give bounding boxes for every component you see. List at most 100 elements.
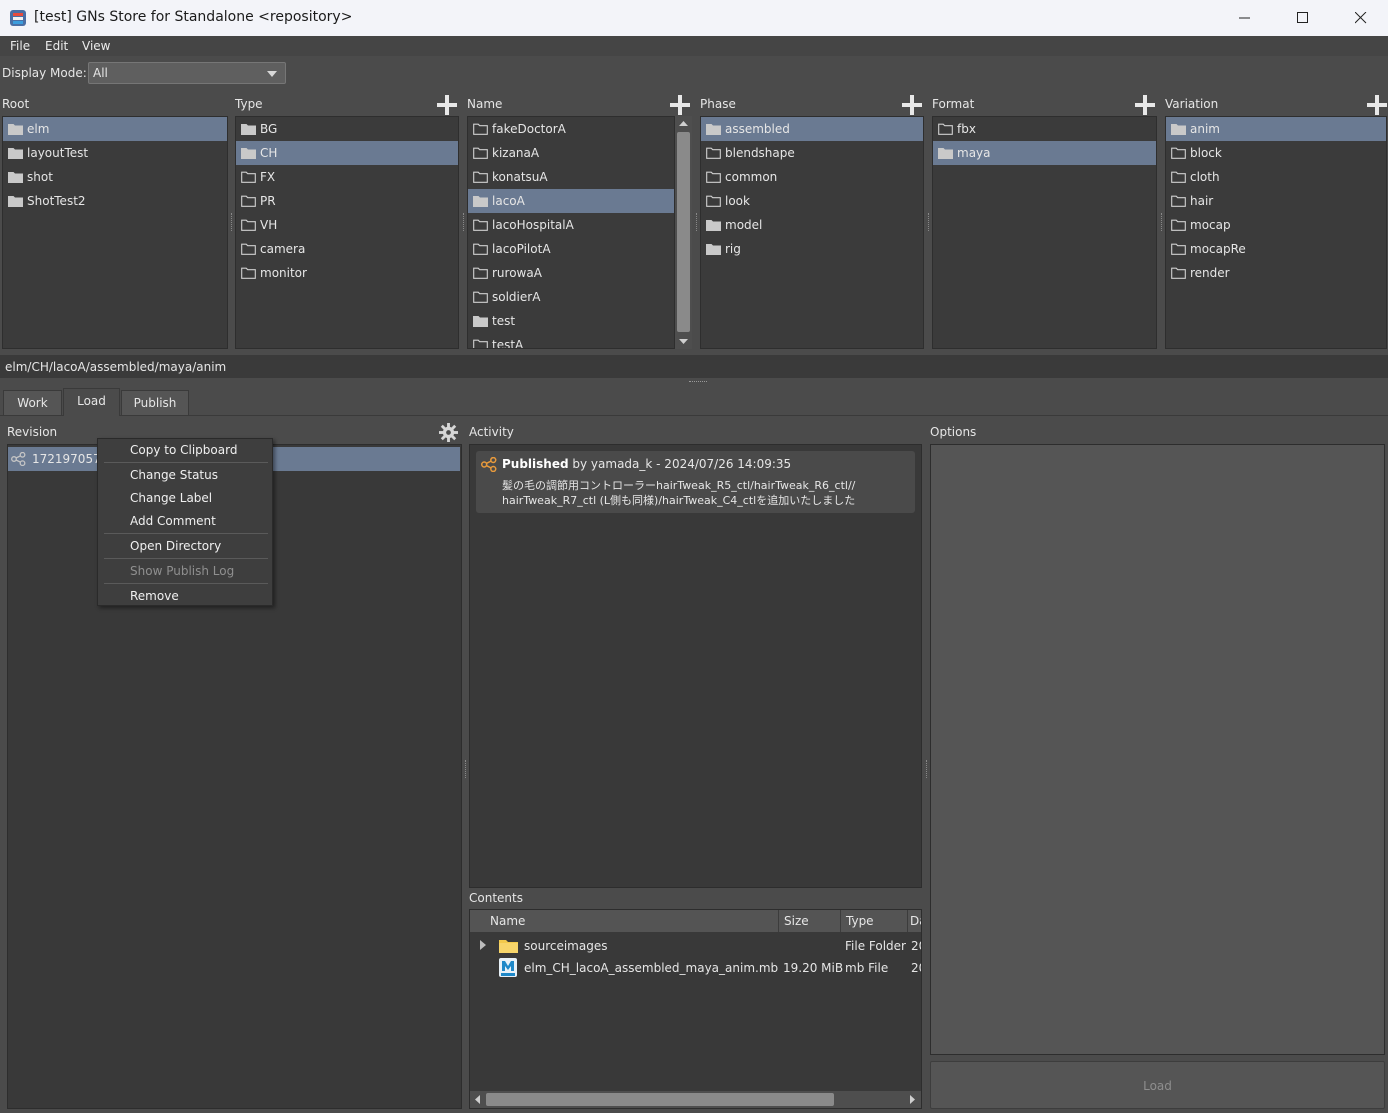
list-item[interactable]: maya: [933, 141, 1156, 165]
format-list[interactable]: fbx maya: [932, 116, 1157, 349]
add-format-plus-icon[interactable]: [1135, 95, 1155, 115]
list-item-label: rurowaA: [492, 266, 542, 280]
splitter-handle[interactable]: [463, 213, 465, 231]
expand-arrow-icon[interactable]: [479, 940, 487, 950]
gear-icon[interactable]: [439, 423, 458, 442]
name-list[interactable]: fakeDoctorA kizanaA konatsuA lacoA lacoHospi…: [467, 116, 675, 349]
column-header-name[interactable]: Name: [470, 910, 779, 932]
splitter-handle[interactable]: [928, 213, 930, 231]
list-item[interactable]: CH: [236, 141, 458, 165]
list-item[interactable]: mocapRe: [1166, 237, 1386, 261]
list-item[interactable]: FX: [236, 165, 458, 189]
list-item[interactable]: layoutTest: [3, 141, 227, 165]
menu-item-remove[interactable]: Remove: [130, 589, 179, 603]
contents-horizontal-scrollbar[interactable]: [470, 1091, 921, 1108]
column-header-size[interactable]: Size: [779, 910, 841, 932]
menu-item-change-label[interactable]: Change Label: [130, 491, 212, 505]
type-list[interactable]: BG CH FX PR VH camera monitor: [235, 116, 459, 349]
root-header: Root: [2, 97, 30, 111]
scrollbar-thumb[interactable]: [677, 132, 690, 332]
list-item[interactable]: kizanaA: [468, 141, 674, 165]
add-type-plus-icon[interactable]: [437, 95, 457, 115]
list-item[interactable]: test: [468, 309, 674, 333]
list-item[interactable]: fakeDoctorA: [468, 117, 674, 141]
list-item[interactable]: render: [1166, 261, 1386, 285]
list-item[interactable]: block: [1166, 141, 1386, 165]
minimize-button[interactable]: [1216, 0, 1274, 36]
path-bar[interactable]: elm/CH/lacoA/assembled/maya/anim: [0, 355, 1388, 378]
folder-icon: [241, 124, 256, 135]
splitter-handle[interactable]: [465, 760, 467, 778]
list-item[interactable]: lacoA: [468, 189, 674, 213]
scroll-left-icon[interactable]: [472, 1094, 482, 1105]
menu-view[interactable]: View: [82, 39, 110, 53]
list-item[interactable]: model: [701, 213, 923, 237]
list-item-label: look: [725, 194, 750, 208]
close-button[interactable]: [1332, 0, 1388, 36]
list-item[interactable]: ShotTest2: [3, 189, 227, 213]
scrollbar-thumb[interactable]: [486, 1093, 834, 1106]
list-item[interactable]: camera: [236, 237, 458, 261]
tab-publish[interactable]: Publish: [121, 390, 189, 415]
display-mode-select[interactable]: All: [88, 62, 286, 84]
folder-icon: [241, 195, 256, 207]
list-item[interactable]: lacoHospitalA: [468, 213, 674, 237]
list-item-label: layoutTest: [27, 146, 89, 160]
list-item[interactable]: shot: [3, 165, 227, 189]
list-item[interactable]: VH: [236, 213, 458, 237]
menu-item-open-directory[interactable]: Open Directory: [130, 539, 221, 553]
add-phase-plus-icon[interactable]: [902, 95, 922, 115]
menu-item-copy-to-clipboard[interactable]: Copy to Clipboard: [130, 443, 237, 457]
list-item[interactable]: lacoPilotA: [468, 237, 674, 261]
list-item[interactable]: rig: [701, 237, 923, 261]
list-item[interactable]: BG: [236, 117, 458, 141]
column-header-type[interactable]: Type: [841, 910, 908, 932]
add-name-plus-icon[interactable]: [670, 95, 690, 115]
list-item-label: BG: [260, 122, 278, 136]
variation-list[interactable]: anim block cloth hair mocap mocapRe render: [1165, 116, 1387, 349]
list-item-label: anim: [1190, 122, 1220, 136]
list-item[interactable]: assembled: [701, 117, 923, 141]
scroll-down-icon[interactable]: [675, 334, 692, 349]
root-list[interactable]: elm layoutTest shot ShotTest2: [2, 116, 228, 349]
tab-load[interactable]: Load: [63, 388, 120, 416]
menu-file[interactable]: File: [10, 39, 30, 53]
list-item[interactable]: blendshape: [701, 141, 923, 165]
list-item[interactable]: hair: [1166, 189, 1386, 213]
menu-item-change-status[interactable]: Change Status: [130, 468, 218, 482]
list-item[interactable]: elm: [3, 117, 227, 141]
folder-icon: [473, 267, 488, 279]
scroll-right-icon[interactable]: [908, 1094, 918, 1105]
list-item[interactable]: fbx: [933, 117, 1156, 141]
splitter-handle[interactable]: [696, 213, 698, 231]
list-item[interactable]: cloth: [1166, 165, 1386, 189]
splitter-handle[interactable]: [926, 760, 928, 778]
splitter-handle[interactable]: [231, 213, 233, 231]
name-list-scrollbar[interactable]: [675, 116, 692, 349]
splitter-handle[interactable]: [689, 381, 707, 383]
tab-work[interactable]: Work: [3, 390, 62, 415]
list-item[interactable]: monitor: [236, 261, 458, 285]
maximize-button[interactable]: [1274, 0, 1332, 36]
list-item[interactable]: testA: [468, 333, 674, 348]
list-item[interactable]: common: [701, 165, 923, 189]
list-item[interactable]: PR: [236, 189, 458, 213]
list-item[interactable]: look: [701, 189, 923, 213]
phase-list[interactable]: assembled blendshape common look model rig: [700, 116, 924, 349]
list-item[interactable]: mocap: [1166, 213, 1386, 237]
load-button: Load: [930, 1061, 1385, 1109]
column-header-date[interactable]: Da: [908, 910, 921, 932]
folder-icon: [473, 339, 488, 348]
maximize-icon: [1297, 12, 1308, 23]
list-item[interactable]: rurowaA: [468, 261, 674, 285]
splitter-handle[interactable]: [1161, 213, 1163, 231]
list-item[interactable]: konatsuA: [468, 165, 674, 189]
menu-item-add-comment[interactable]: Add Comment: [130, 514, 216, 528]
list-item[interactable]: anim: [1166, 117, 1386, 141]
contents-table[interactable]: Name Size Type Da sourceimages File Fold…: [469, 909, 922, 1109]
folder-icon: [1171, 267, 1186, 279]
add-variation-plus-icon[interactable]: [1367, 95, 1387, 115]
list-item[interactable]: soldierA: [468, 285, 674, 309]
menu-edit[interactable]: Edit: [45, 39, 68, 53]
scroll-up-icon[interactable]: [675, 116, 692, 131]
